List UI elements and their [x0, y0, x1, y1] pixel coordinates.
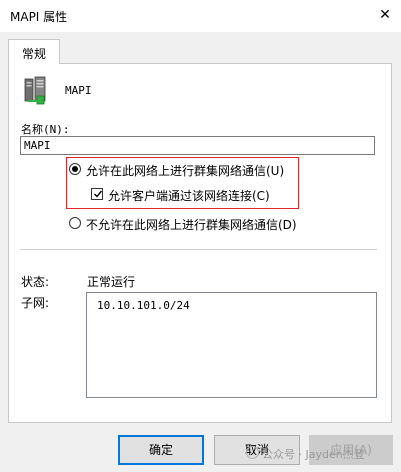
name-label: 名称(N):	[21, 123, 70, 136]
name-input[interactable]: MAPI	[20, 136, 375, 155]
allow-cluster-label[interactable]: 允许在此网络上进行群集网络通信(U)	[86, 162, 284, 179]
ok-button[interactable]: 确定	[118, 435, 204, 465]
watermark-text: 公众号 · Jayden杰登	[262, 448, 365, 461]
divider	[20, 249, 377, 250]
watermark: 公众号 · Jayden杰登	[246, 446, 365, 462]
tab-general-label: 常规	[21, 47, 46, 61]
server-cluster-icon	[24, 76, 46, 105]
subnet-label: 子网:	[21, 296, 50, 310]
allow-cluster-radio[interactable]	[69, 163, 81, 175]
disallow-cluster-label[interactable]: 不允许在此网络上进行群集网络通信(D)	[86, 216, 297, 233]
window-title: MAPI 属性	[10, 10, 68, 24]
subnet-list[interactable]: 10.10.101.0/24	[86, 292, 377, 398]
disallow-cluster-radio[interactable]	[69, 217, 81, 229]
status-label: 状态:	[21, 275, 50, 289]
wechat-icon	[246, 446, 259, 459]
checkmark-icon	[94, 190, 103, 198]
close-button[interactable]: ✕	[374, 4, 396, 26]
tab-general[interactable]: 常规	[8, 39, 60, 64]
allow-clients-label[interactable]: 允许客户端通过该网络连接(C)	[108, 187, 270, 204]
allow-clients-checkbox[interactable]	[91, 188, 103, 200]
cluster-network-name: MAPI	[65, 84, 92, 97]
status-value: 正常运行	[87, 275, 136, 289]
close-icon: ✕	[379, 7, 391, 23]
subnet-item[interactable]: 10.10.101.0/24	[97, 299, 190, 312]
